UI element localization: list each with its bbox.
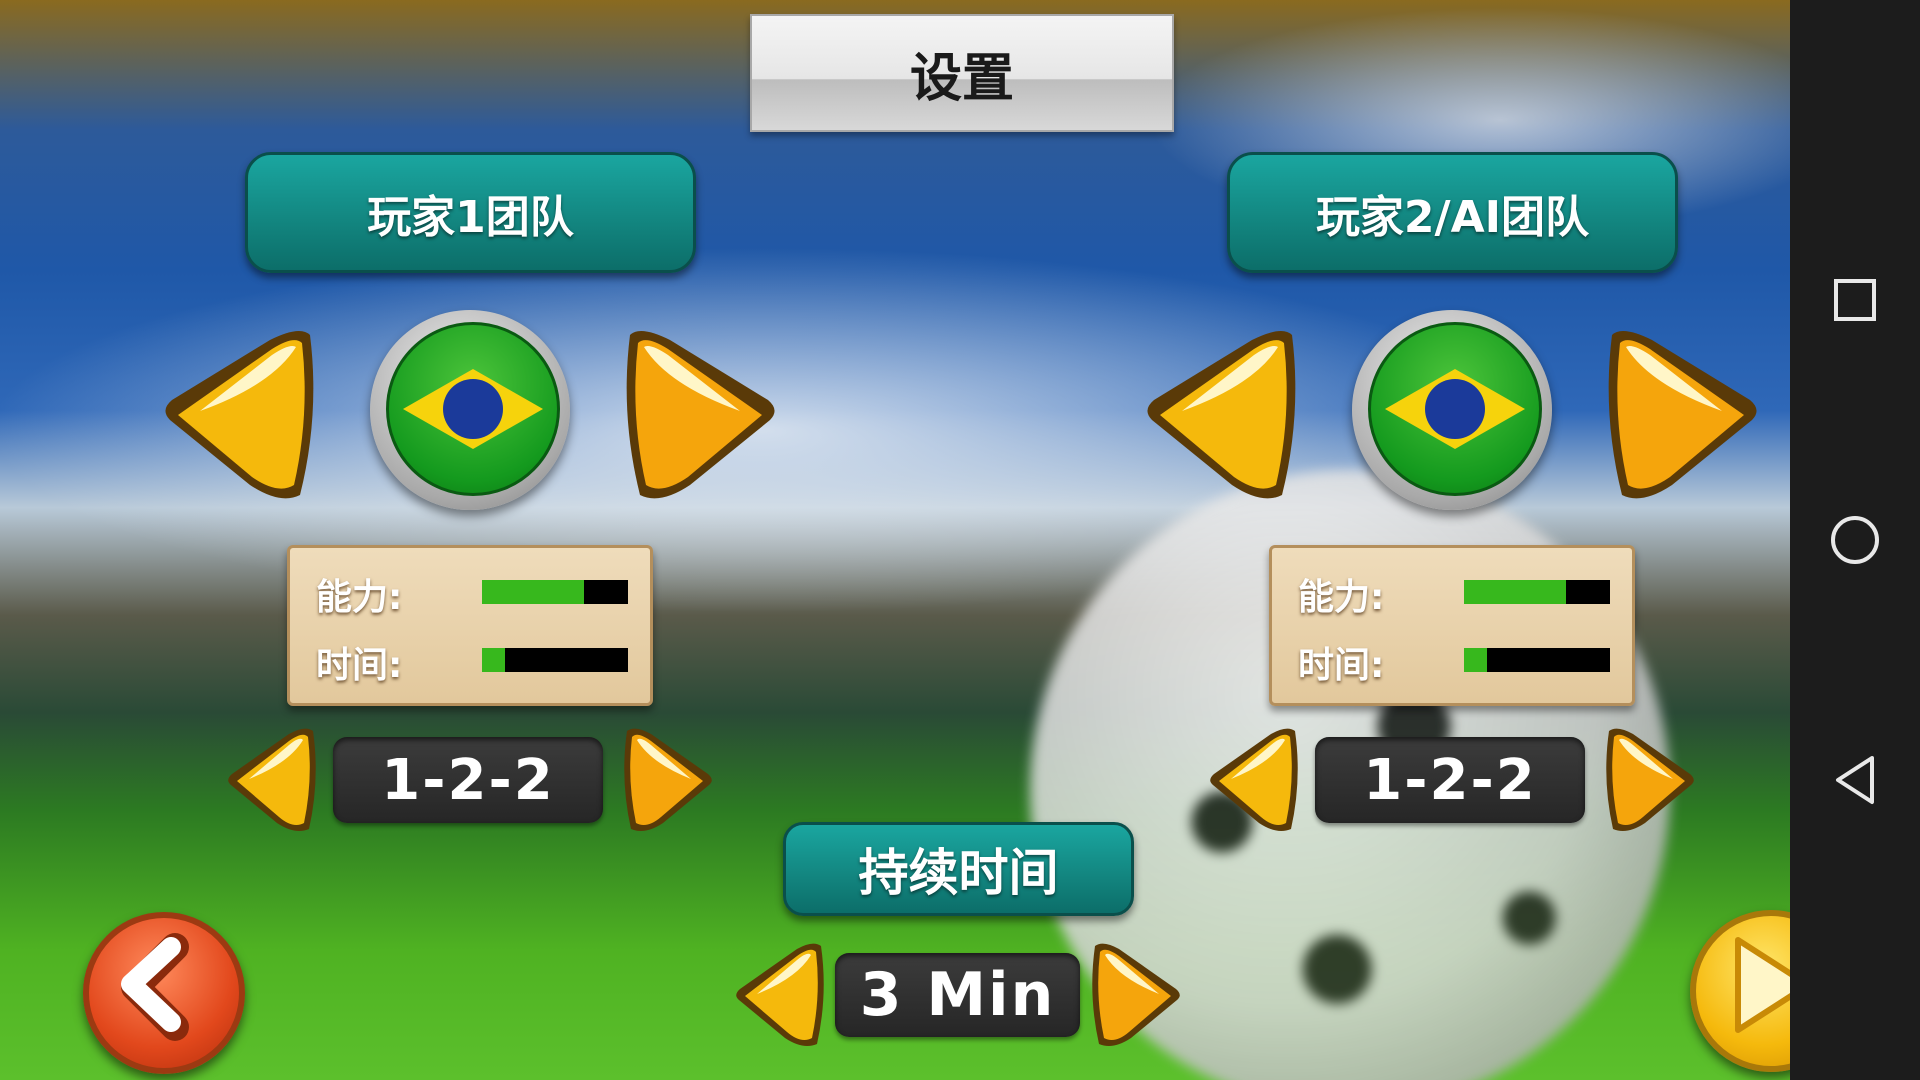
player2-flag-button[interactable] <box>1352 310 1552 510</box>
player1-team-next-arrow[interactable] <box>620 325 780 505</box>
time-bar-fill <box>482 648 506 672</box>
system-back-button[interactable] <box>1825 750 1885 810</box>
player1-formation-prev-arrow[interactable] <box>225 725 320 835</box>
time-bar <box>1464 648 1610 672</box>
system-nav-bar <box>1790 0 1920 1080</box>
time-bar <box>482 648 628 672</box>
player2-team-prev-arrow[interactable] <box>1142 325 1302 505</box>
player1-formation-next-arrow[interactable] <box>620 725 715 835</box>
recent-apps-button[interactable] <box>1825 270 1885 330</box>
triangle-back-icon <box>1836 756 1874 804</box>
brazil-flag-icon <box>386 322 560 496</box>
back-chevron-icon <box>121 933 189 1041</box>
player2-formation-next-arrow[interactable] <box>1602 725 1697 835</box>
ability-label: 能力: <box>1298 577 1385 618</box>
page-title: 设置 <box>750 14 1174 132</box>
duration-display: 3 Min <box>835 953 1080 1037</box>
duration-prev-arrow[interactable] <box>733 940 828 1050</box>
ability-bar <box>1464 580 1610 604</box>
ability-label: 能力: <box>316 577 403 618</box>
time-label: 时间: <box>1298 645 1385 686</box>
player1-stats-panel: 能力: 时间: <box>287 545 653 706</box>
player2-stats-panel: 能力: 时间: <box>1269 545 1635 706</box>
duration-header: 持续时间 <box>783 822 1134 916</box>
player1-team-prev-arrow[interactable] <box>160 325 320 505</box>
back-button[interactable] <box>83 912 245 1074</box>
ability-bar-fill <box>482 580 585 604</box>
player1-formation-display: 1-2-2 <box>333 737 603 823</box>
game-screen: 设置 玩家1团队 能力: 时间: 1-2-2 玩家2/AI团队 能力: 时间: … <box>0 0 1920 1080</box>
player2-team-next-arrow[interactable] <box>1602 325 1762 505</box>
brazil-flag-icon <box>1368 322 1542 496</box>
duration-next-arrow[interactable] <box>1088 940 1183 1050</box>
ability-bar-fill <box>1464 580 1567 604</box>
home-button[interactable] <box>1825 510 1885 570</box>
player2-team-header: 玩家2/AI团队 <box>1227 152 1678 273</box>
square-icon <box>1834 279 1876 321</box>
circle-icon <box>1831 516 1879 564</box>
time-label: 时间: <box>316 645 403 686</box>
player1-flag-button[interactable] <box>370 310 570 510</box>
time-bar-fill <box>1464 648 1488 672</box>
player1-team-header: 玩家1团队 <box>245 152 696 273</box>
ability-bar <box>482 580 628 604</box>
player2-formation-prev-arrow[interactable] <box>1207 725 1302 835</box>
player2-formation-display: 1-2-2 <box>1315 737 1585 823</box>
